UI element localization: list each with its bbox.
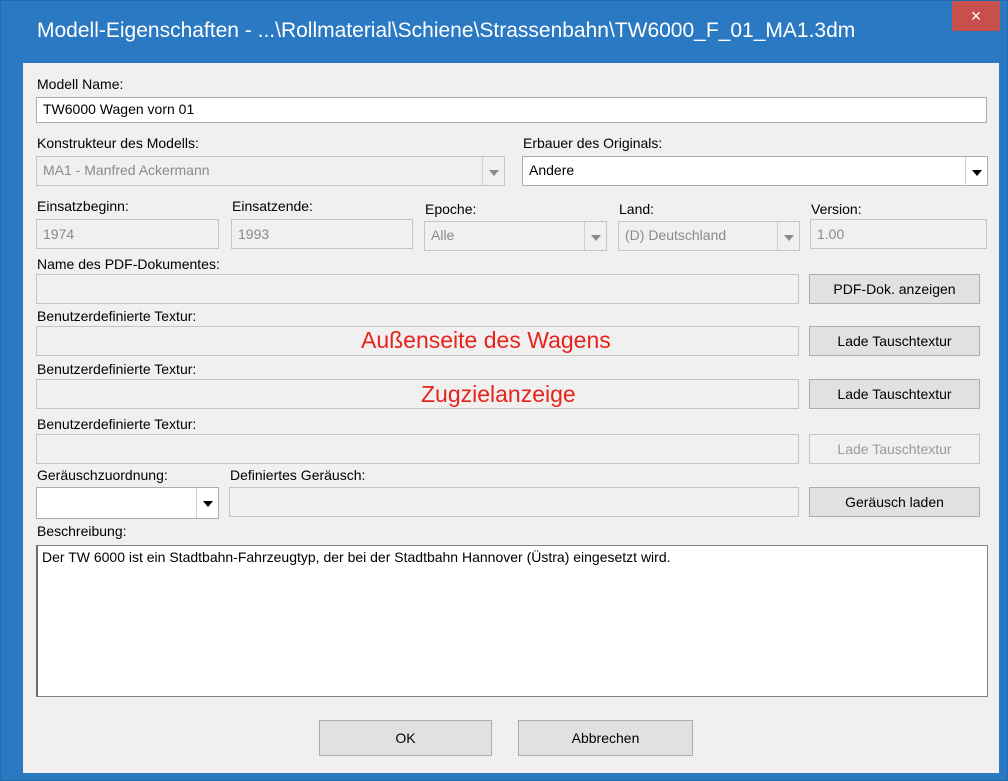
title-bar[interactable]: Modell-Eigenschaften - ...\Rollmaterial\… bbox=[1, 1, 1007, 63]
texture-1-label: Benutzerdefinierte Textur: bbox=[37, 308, 197, 324]
texture-2-input[interactable] bbox=[36, 379, 799, 409]
model-name-label: Modell Name: bbox=[37, 76, 124, 92]
service-start-label: Einsatzbeginn: bbox=[37, 198, 129, 214]
pdf-label: Name des PDF-Dokumentes: bbox=[37, 256, 220, 272]
version-input[interactable]: 1.00 bbox=[810, 219, 987, 249]
country-value: (D) Deutschland bbox=[625, 227, 727, 243]
manufacturer-value: Andere bbox=[529, 162, 575, 178]
model-name-input[interactable]: TW6000 Wagen vorn 01 bbox=[36, 97, 987, 123]
texture-2-label: Benutzerdefinierte Textur: bbox=[37, 361, 197, 377]
chevron-down-icon bbox=[965, 157, 987, 185]
description-label: Beschreibung: bbox=[37, 523, 127, 539]
defined-sound-label: Definiertes Geräusch: bbox=[230, 467, 366, 483]
service-start-input[interactable]: 1974 bbox=[36, 219, 219, 249]
country-label: Land: bbox=[619, 201, 655, 217]
window-title: Modell-Eigenschaften - ...\Rollmaterial\… bbox=[37, 19, 856, 42]
show-pdf-button[interactable]: PDF-Dok. anzeigen bbox=[809, 274, 980, 304]
chevron-down-icon bbox=[482, 157, 504, 185]
texture-3-input[interactable] bbox=[36, 434, 799, 464]
country-select[interactable]: (D) Deutschland bbox=[618, 221, 800, 251]
epoch-label: Epoche: bbox=[425, 201, 477, 217]
version-label: Version: bbox=[811, 201, 862, 217]
manufacturer-label: Erbauer des Originals: bbox=[523, 135, 663, 151]
dialog-body: Modell Name: TW6000 Wagen vorn 01 Konstr… bbox=[23, 63, 999, 773]
load-sound-button[interactable]: Geräusch laden bbox=[809, 487, 980, 517]
pdf-input[interactable] bbox=[36, 274, 799, 304]
epoch-select[interactable]: Alle bbox=[424, 221, 607, 251]
cancel-button[interactable]: Abbrechen bbox=[518, 720, 693, 756]
sound-assignment-label: Geräuschzuordnung: bbox=[37, 467, 168, 483]
description-textarea[interactable]: Der TW 6000 ist ein Stadtbahn-Fahrzeugty… bbox=[36, 545, 988, 697]
chevron-down-icon bbox=[777, 222, 799, 250]
close-icon: × bbox=[970, 6, 982, 26]
designer-select[interactable]: MA1 - Manfred Ackermann bbox=[36, 156, 505, 186]
designer-label: Konstrukteur des Modells: bbox=[37, 135, 199, 151]
load-texture-1-button[interactable]: Lade Tauschtextur bbox=[809, 326, 980, 356]
load-texture-2-button[interactable]: Lade Tauschtextur bbox=[809, 379, 980, 409]
sound-assignment-select[interactable] bbox=[36, 487, 219, 519]
dialog-window: Modell-Eigenschaften - ...\Rollmaterial\… bbox=[0, 0, 1008, 781]
ok-button[interactable]: OK bbox=[319, 720, 492, 756]
defined-sound-input[interactable] bbox=[229, 487, 799, 517]
texture-3-label: Benutzerdefinierte Textur: bbox=[37, 416, 197, 432]
service-end-label: Einsatzende: bbox=[232, 198, 313, 214]
chevron-down-icon bbox=[584, 222, 606, 250]
close-button[interactable]: × bbox=[952, 1, 1000, 31]
texture-2-annotation: Zugzielanzeige bbox=[421, 381, 576, 407]
manufacturer-select[interactable]: Andere bbox=[522, 156, 988, 186]
designer-value: MA1 - Manfred Ackermann bbox=[43, 162, 210, 178]
texture-1-annotation: Außenseite des Wagens bbox=[361, 327, 611, 353]
chevron-down-icon bbox=[196, 488, 218, 518]
load-texture-3-button[interactable]: Lade Tauschtextur bbox=[809, 434, 980, 464]
service-end-input[interactable]: 1993 bbox=[231, 219, 413, 249]
epoch-value: Alle bbox=[431, 227, 455, 243]
